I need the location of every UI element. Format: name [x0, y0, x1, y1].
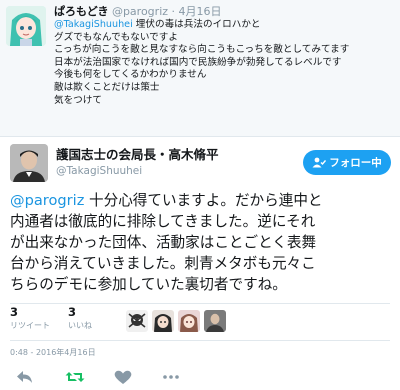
reply-mention-link[interactable]: @TakagiShuuhei	[54, 19, 133, 30]
reply-line: グズでもなんでもないですよ	[54, 31, 178, 43]
retweet-stat[interactable]: 3 リツイート	[10, 305, 50, 332]
anime-avatar-icon	[180, 314, 198, 332]
main-mention-link[interactable]: @parogriz	[10, 192, 84, 209]
tweet-actions	[0, 364, 400, 389]
following-button[interactable]: フォロー中	[303, 150, 391, 175]
like-button[interactable]	[112, 368, 134, 386]
reply-tweet[interactable]: ぱろもどき @parogriz · 4月16日 @TakagiShuuhei 埋…	[0, 0, 400, 137]
like-icon	[114, 370, 132, 384]
main-line: @parogriz 十分心得ていますよ。だから連中と	[10, 190, 394, 211]
more-icon	[163, 375, 179, 379]
retweet-button[interactable]	[64, 368, 86, 386]
liker-avatar[interactable]	[178, 310, 200, 332]
anime-avatar-icon	[154, 314, 172, 332]
reply-header: ぱろもどき @parogriz · 4月16日	[54, 4, 394, 19]
tweet-timestamp[interactable]: 0:48 - 2016年4月16日	[10, 347, 96, 358]
reply-author-name[interactable]: ぱろもどき	[54, 5, 108, 18]
reply-author-handle[interactable]: @parogriz	[112, 5, 168, 18]
main-tweet-header: 護国志士の会局長・高木脩平 @TakagiShuuhei フォロー中	[0, 140, 400, 186]
reply-icon	[17, 371, 32, 383]
main-line: 台から消えていきました。刺青メタボも元々こ	[10, 255, 316, 272]
reply-date[interactable]: 4月16日	[179, 5, 222, 18]
retweet-icon	[65, 372, 85, 382]
main-author-name[interactable]: 護国志士の会局長・高木脩平	[56, 147, 219, 163]
reply-line-text: 埋伏の毒は兵法のイロハかと	[132, 19, 261, 30]
retweet-label: リツイート	[10, 321, 50, 330]
liker-avatar[interactable]	[126, 310, 148, 332]
anime-avatar-icon	[6, 6, 46, 46]
tweet-stats: 3 リツイート 3 いいね	[10, 305, 390, 339]
reply-line: こっちが向こうを敵と見なすなら向こうもこっちを敵としてみてます	[54, 44, 350, 56]
follow-person-icon	[312, 157, 327, 168]
reply-button[interactable]	[14, 368, 36, 386]
reply-line: 日本が法治国家でなければ国内で民族紛争が勃発してるレベルです	[54, 56, 342, 68]
person-photo-icon	[206, 313, 224, 332]
like-label: いいね	[68, 321, 92, 330]
main-author-handle[interactable]: @TakagiShuuhei	[56, 164, 142, 178]
main-line: 内通者は徹底的に排除してきました。逆にそれ	[10, 213, 316, 230]
reply-line: @TakagiShuuhei 埋伏の毒は兵法のイロハかと	[54, 19, 394, 32]
skull-icon	[128, 313, 146, 328]
more-button[interactable]	[160, 368, 182, 386]
reply-avatar[interactable]	[6, 6, 46, 46]
main-line: ちらのデモに参加していた裏切者ですね。	[10, 276, 287, 293]
main-line: が出来なかった団体、活動家はことごとく表舞	[10, 234, 317, 251]
main-line-text: 十分心得ていますよ。だから連中と	[84, 192, 323, 209]
like-stat[interactable]: 3 いいね	[68, 305, 92, 332]
reply-line: 今後も何をしてくるかわかりません	[54, 69, 207, 81]
reply-text: @TakagiShuuhei 埋伏の毒は兵法のイロハかと グズでもなんでもないで…	[54, 19, 394, 107]
following-button-label: フォロー中	[329, 157, 382, 169]
like-count: 3	[68, 305, 77, 319]
reply-line: 気をつけて	[54, 94, 102, 106]
reply-line: 敵は欺くことだけは策士	[54, 81, 160, 93]
stats-top-divider	[10, 303, 390, 304]
liker-avatar[interactable]	[204, 310, 226, 332]
main-avatar[interactable]	[10, 144, 48, 182]
stats-bottom-divider	[10, 340, 390, 341]
main-tweet-text: @parogriz 十分心得ていますよ。だから連中と 内通者は徹底的に排除してき…	[10, 190, 394, 295]
liker-avatar[interactable]	[152, 310, 174, 332]
separator-dot: ·	[171, 5, 176, 18]
person-photo-icon	[10, 144, 48, 182]
retweet-count: 3	[10, 305, 19, 319]
